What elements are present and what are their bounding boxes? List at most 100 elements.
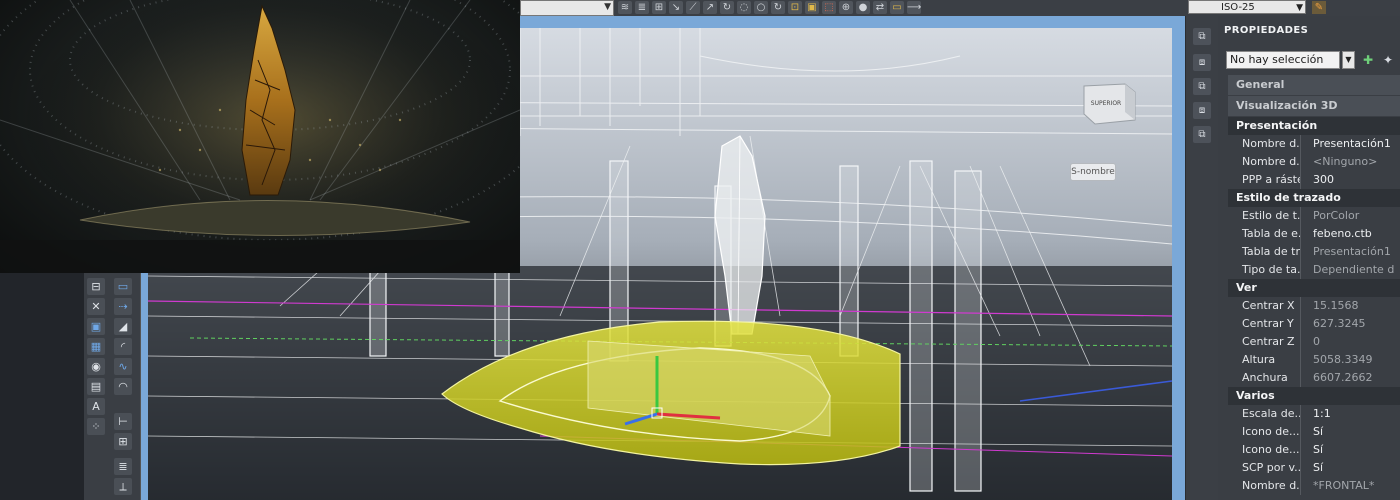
move-icon[interactable]: ⊞ — [652, 1, 666, 14]
layers-icon[interactable]: ⧈ — [1193, 102, 1211, 119]
property-value[interactable]: 627.3245 — [1301, 315, 1400, 333]
property-value[interactable]: Presentación1 — [1301, 135, 1400, 153]
explode-icon[interactable]: ○ — [754, 1, 768, 14]
property-row[interactable]: Tabla de e... febeno.ctb — [1228, 225, 1400, 243]
property-row[interactable]: Estilo de t... PorColor — [1228, 207, 1400, 225]
property-label: Escala de... — [1228, 405, 1301, 423]
arc-icon[interactable]: ▦ — [87, 338, 105, 355]
property-value[interactable]: Sí — [1301, 423, 1400, 441]
property-row[interactable]: Tipo de ta... Dependiente d — [1228, 261, 1400, 279]
property-value[interactable]: Presentación1 — [1301, 243, 1400, 261]
property-row[interactable]: PPP a ráster 300 — [1228, 171, 1400, 189]
ellipse-icon[interactable]: ⊢ — [114, 413, 132, 430]
property-value[interactable]: <Ninguno> — [1301, 153, 1400, 171]
circle-icon[interactable]: ▣ — [87, 318, 105, 335]
property-value[interactable]: 300 — [1301, 171, 1400, 189]
property-value[interactable]: Sí — [1301, 459, 1400, 477]
dimension-style-combo[interactable]: ISO-25 ▼ — [1188, 0, 1306, 14]
insert-icon[interactable]: ⬚ — [822, 1, 836, 14]
fillet-icon[interactable]: ⊡ — [788, 1, 802, 14]
property-value[interactable]: febeno.ctb — [1301, 225, 1400, 243]
property-label: Icono de... — [1228, 441, 1301, 459]
property-value[interactable]: 5058.3349 — [1301, 351, 1400, 369]
property-label: Tipo de ta... — [1228, 261, 1301, 279]
property-row[interactable]: Nombre d... Presentación1 — [1228, 135, 1400, 153]
property-value[interactable]: Sí — [1301, 441, 1400, 459]
property-row[interactable]: Icono de... Sí — [1228, 441, 1400, 459]
revcloud-icon[interactable]: ◜ — [114, 338, 132, 355]
dimension-icon[interactable]: ▭ — [890, 1, 904, 14]
property-row[interactable]: Centrar Z 0 — [1228, 333, 1400, 351]
top-toolbar: ▼ ≋ ≣ ⊞ ↘ ⟋ ↗ ↻ ◌ ○ ↻ ⊡ ▣ ⬚ ⊕ ● ⇄ ▭ ⟶ IS… — [520, 0, 1400, 17]
chevron-down-icon: ▼ — [1296, 3, 1303, 13]
property-row[interactable]: Altura 5058.3349 — [1228, 351, 1400, 369]
stretch-icon[interactable]: ↗ — [703, 1, 717, 14]
mirror-icon[interactable]: ⟋ — [686, 1, 700, 14]
select-objects-icon[interactable]: ⧈ — [1193, 54, 1211, 71]
rotate-icon[interactable]: ↻ — [720, 1, 734, 14]
spline-icon[interactable]: ◠ — [114, 378, 132, 395]
category-3d-visualization[interactable]: Visualización 3D — [1228, 96, 1400, 117]
layer-match-icon[interactable]: ≣ — [635, 1, 649, 14]
offset-icon[interactable]: ◌ — [737, 1, 751, 14]
property-value[interactable]: PorColor — [1301, 207, 1400, 225]
property-row[interactable]: Nombre d... *FRONTAL* — [1228, 477, 1400, 495]
named-view-badge[interactable]: S-nombre — [1070, 163, 1116, 181]
rectangle-icon[interactable]: ◉ — [87, 358, 105, 375]
category-general[interactable]: General — [1228, 75, 1400, 96]
property-row[interactable]: SCP por v... Sí — [1228, 459, 1400, 477]
property-row[interactable]: Escala de... 1:1 — [1228, 405, 1400, 423]
pickadd-icon[interactable]: ⧉ — [1193, 78, 1211, 95]
text-icon[interactable]: ⇄ — [873, 1, 887, 14]
array-icon[interactable]: ↻ — [771, 1, 785, 14]
section-layout[interactable]: Presentación — [1228, 117, 1400, 135]
property-label: Estilo de t... — [1228, 207, 1301, 225]
property-label: Nombre d... — [1228, 477, 1301, 495]
quick-select-icon[interactable]: ✚ — [1360, 52, 1376, 68]
hatch-icon[interactable]: ▤ — [87, 378, 105, 395]
block-icon[interactable]: ▣ — [805, 1, 819, 14]
region-icon[interactable]: ⇢ — [114, 298, 132, 315]
text-icon[interactable]: A — [87, 398, 105, 415]
property-value[interactable]: *FRONTAL* — [1301, 477, 1400, 495]
property-label: Centrar X — [1228, 297, 1301, 315]
properties-title: PROPIEDADES — [1224, 25, 1309, 36]
property-value[interactable]: Dependiente d — [1301, 261, 1400, 279]
copy-icon[interactable]: ↘ — [669, 1, 683, 14]
property-row[interactable]: Anchura 6607.2662 — [1228, 369, 1400, 387]
layer-states-icon[interactable]: ≋ — [618, 1, 632, 14]
property-value[interactable]: 1:1 — [1301, 405, 1400, 423]
quick-select-icon[interactable]: ⧉ — [1193, 28, 1211, 45]
table-icon[interactable]: ● — [856, 1, 870, 14]
right-tool-strip: ⧉ ⧈ ⧉ ⧈ ⧉ — [1185, 16, 1219, 500]
property-value[interactable]: 15.1568 — [1301, 297, 1400, 315]
pick-objects-icon[interactable]: ✦ — [1380, 52, 1396, 68]
render-preview-graphic — [0, 0, 520, 273]
block-icon[interactable]: ▭ — [114, 278, 132, 295]
draw-line-icon[interactable]: ⊟ — [87, 278, 105, 295]
property-row[interactable]: Icono de... Sí — [1228, 423, 1400, 441]
layer-combo[interactable]: ▼ — [520, 0, 614, 16]
properties-toggle-icon[interactable]: ⧉ — [1193, 126, 1211, 143]
property-row[interactable]: Nombre d... <Ninguno> — [1228, 153, 1400, 171]
field-icon[interactable]: ≣ — [114, 458, 132, 475]
dimension-update-icon[interactable]: ✎ — [1312, 1, 1326, 14]
chevron-down-icon[interactable]: ▼ — [1342, 51, 1355, 69]
property-row[interactable]: Tabla de tr... Presentación1 — [1228, 243, 1400, 261]
measure-icon[interactable]: ⟂ — [114, 478, 132, 495]
section-view[interactable]: Ver — [1228, 279, 1400, 297]
insert-icon[interactable]: ◢ — [114, 318, 132, 335]
property-row[interactable]: Centrar X 15.1568 — [1228, 297, 1400, 315]
selection-dropdown[interactable]: No hay selección — [1226, 51, 1340, 69]
polyline-icon[interactable]: ✕ — [87, 298, 105, 315]
section-plot-style[interactable]: Estilo de trazado — [1228, 189, 1400, 207]
attribute-icon[interactable]: ⊕ — [839, 1, 853, 14]
leader-icon[interactable]: ⟶ — [907, 1, 921, 14]
table-icon[interactable]: ⊞ — [114, 433, 132, 450]
gradient-icon[interactable]: ∿ — [114, 358, 132, 375]
point-icon[interactable]: ⁘ — [87, 418, 105, 435]
property-value[interactable]: 6607.2662 — [1301, 369, 1400, 387]
section-misc[interactable]: Varios — [1228, 387, 1400, 405]
property-value[interactable]: 0 — [1301, 333, 1400, 351]
property-row[interactable]: Centrar Y 627.3245 — [1228, 315, 1400, 333]
